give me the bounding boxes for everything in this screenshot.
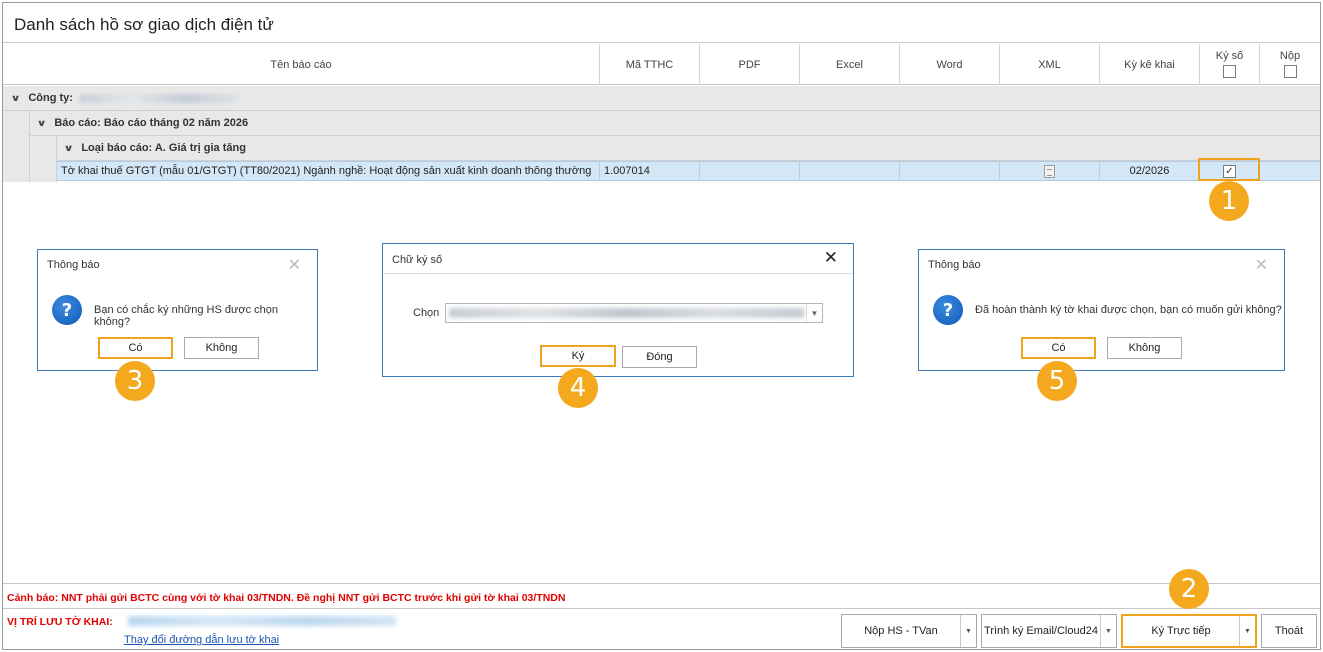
group-bao-cao[interactable]: ∨ Báo cáo: Báo cáo tháng 02 năm 2026 <box>30 111 1320 136</box>
dialog-title: Thông báo <box>928 259 981 271</box>
cell-ma-tthc: 1.007014 <box>600 162 700 180</box>
close-icon[interactable]: ✕ <box>288 255 301 275</box>
col-ten-bao-cao-label: Tên báo cáo <box>270 58 332 71</box>
cell-xml <box>1000 162 1100 180</box>
location-label: VỊ TRÍ LƯU TỜ KHAI: <box>7 616 113 628</box>
sign-button[interactable]: Ký <box>540 345 616 367</box>
group-loai-bao-cao[interactable]: ∨ Loại báo cáo: A. Giá trị gia tăng <box>57 136 1320 161</box>
footer-divider <box>3 583 1320 584</box>
no-button[interactable]: Không <box>184 337 259 359</box>
col-word-label: Word <box>936 58 963 71</box>
step-badge-1: 1 <box>1209 181 1249 221</box>
dialog-title: Chữ ký số <box>392 254 443 266</box>
close-button[interactable]: Đóng <box>622 346 697 368</box>
redacted-company-name <box>78 93 239 103</box>
cell-pdf[interactable] <box>700 162 800 180</box>
document-icon[interactable] <box>1044 164 1055 178</box>
change-path-link[interactable]: Thay đổi đường dẫn lưu tờ khai <box>124 634 279 646</box>
chevron-down-icon[interactable]: ∨ <box>37 118 47 129</box>
col-pdf-label: PDF <box>738 58 761 71</box>
grid-header: Tên báo cáo Mã TTHC PDF Excel Word XML K… <box>3 44 1320 85</box>
dialog-title: Thông báo <box>47 259 100 271</box>
main-window: Danh sách hồ sơ giao dịch điện tử Tên bá… <box>2 2 1321 650</box>
redacted-certificate <box>449 308 804 318</box>
group-indent <box>30 136 57 182</box>
trinh-ky-button[interactable]: Trình ký Email/Cloud24 ▼ <box>981 614 1117 648</box>
dialog-message: Đã hoàn thành ký tờ khai được chọn, bạn … <box>975 304 1282 316</box>
dialog-send-confirm: Thông báo ✕ ? Đã hoàn thành ký tờ khai đ… <box>918 249 1285 371</box>
step-badge-4: 4 <box>558 368 598 408</box>
cell-ten: Tờ khai thuế GTGT (mẫu 01/GTGT) (TT80/20… <box>57 162 600 180</box>
col-nop-label: Nộp <box>1279 50 1301 62</box>
step-badge-2: 2 <box>1169 569 1209 609</box>
close-icon[interactable]: ✕ <box>1255 255 1268 275</box>
thoat-button[interactable]: Thoát <box>1261 614 1317 648</box>
col-ma-tthc-label: Mã TTHC <box>625 58 674 71</box>
group-indent <box>3 111 30 182</box>
title-divider <box>3 42 1320 43</box>
group-cong-ty-label: Công ty: <box>28 92 73 104</box>
ky-so-select-all-checkbox[interactable] <box>1223 65 1236 78</box>
cell-excel[interactable] <box>800 162 900 180</box>
cell-ky-ke-khai: 02/2026 <box>1100 162 1200 180</box>
nop-select-all-checkbox[interactable] <box>1283 65 1297 78</box>
yes-button[interactable]: Có <box>1021 337 1096 359</box>
col-pdf[interactable]: PDF <box>700 44 800 85</box>
trinh-ky-label: Trình ký Email/Cloud24 <box>984 625 1098 637</box>
group-cong-ty[interactable]: ∨ Công ty: <box>3 86 1320 111</box>
dropdown-arrow-icon[interactable]: ▼ <box>1100 615 1116 647</box>
redacted-location-path <box>128 616 396 626</box>
yes-button[interactable]: Có <box>98 337 173 359</box>
col-word[interactable]: Word <box>900 44 1000 85</box>
col-excel-label: Excel <box>836 58 863 71</box>
nop-hs-tvan-label: Nộp HS - TVan <box>864 625 938 637</box>
col-ky-ke-khai[interactable]: Kỳ kê khai <box>1100 44 1200 85</box>
ky-truc-tiep-label: Ký Trực tiếp <box>1151 625 1211 637</box>
window-title: Danh sách hồ sơ giao dịch điện tử <box>14 15 274 34</box>
col-nop: Nộp <box>1260 44 1320 85</box>
group-bao-cao-label: Báo cáo: Báo cáo tháng 02 năm 2026 <box>54 117 249 129</box>
certificate-select[interactable]: ▼ <box>445 303 823 323</box>
dialog-chu-ky-so: Chữ ký số ✕ Chọn ▼ Ký Đóng <box>382 243 854 377</box>
col-ky-ke-khai-label: Kỳ kê khai <box>1124 58 1175 71</box>
group-loai-bao-cao-label: Loại báo cáo: A. Giá trị gia tăng <box>81 142 246 154</box>
dialog-titlebar <box>383 244 853 274</box>
dropdown-arrow-icon[interactable]: ▼ <box>806 304 822 322</box>
dialog-confirm-sign: Thông báo ✕ ? Bạn có chắc ký những HS đư… <box>37 249 318 371</box>
dropdown-arrow-icon[interactable]: ▼ <box>1239 616 1255 646</box>
close-icon[interactable]: ✕ <box>824 248 838 268</box>
col-ten-bao-cao[interactable]: Tên báo cáo <box>3 44 600 85</box>
col-excel[interactable]: Excel <box>800 44 900 85</box>
step-badge-3: 3 <box>115 361 155 401</box>
cell-word[interactable] <box>900 162 1000 180</box>
nop-hs-tvan-button[interactable]: Nộp HS - TVan ▼ <box>841 614 977 648</box>
dialog-message: Bạn có chắc ký những HS được chọn không? <box>94 304 278 328</box>
question-icon: ? <box>52 295 82 325</box>
dropdown-arrow-icon[interactable]: ▼ <box>960 615 976 647</box>
footer-divider <box>3 608 1320 609</box>
cell-nop <box>1260 162 1320 180</box>
col-ma-tthc[interactable]: Mã TTHC <box>600 44 700 85</box>
warning-text: Cảnh báo: NNT phải gửi BCTC cùng với tờ … <box>7 592 566 604</box>
no-button[interactable]: Không <box>1107 337 1182 359</box>
col-ky-so: Ký số <box>1200 44 1260 85</box>
col-xml[interactable]: XML <box>1000 44 1100 85</box>
col-ky-so-label: Ký số <box>1215 50 1244 62</box>
chevron-down-icon[interactable]: ∨ <box>11 93 21 104</box>
ky-truc-tiep-button[interactable]: Ký Trực tiếp ▼ <box>1121 614 1257 648</box>
table-row[interactable]: Tờ khai thuế GTGT (mẫu 01/GTGT) (TT80/20… <box>57 161 1320 181</box>
chevron-down-icon[interactable]: ∨ <box>64 143 74 154</box>
highlight-ky-so <box>1198 158 1260 181</box>
question-icon: ? <box>933 295 963 325</box>
select-label: Chọn <box>413 307 440 319</box>
step-badge-5: 5 <box>1037 361 1077 401</box>
col-xml-label: XML <box>1038 58 1061 71</box>
